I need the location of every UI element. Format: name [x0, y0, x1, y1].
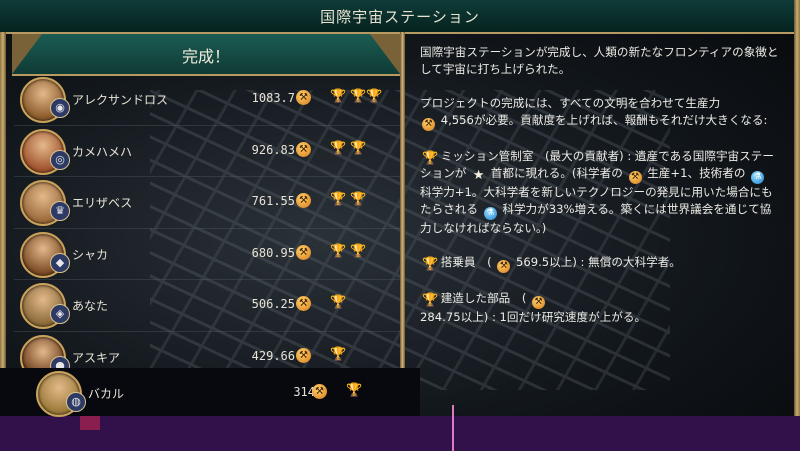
- production-icon: ⚒: [312, 384, 327, 399]
- title-bar: 国際宇宙ステーション: [0, 0, 800, 34]
- crew-reward: 🏆 搭乗員 ( ⚒ 569.5以上) : 無償の大科学者。: [420, 254, 780, 273]
- big-trophy-icon: 🏆: [366, 89, 383, 104]
- science-icon: ⚗: [751, 171, 765, 184]
- contribution-score: 1083.7: [251, 91, 295, 105]
- gold-trophy-icon: 🏆: [330, 243, 347, 259]
- gold-trophy-icon: 🏆: [330, 192, 347, 207]
- bottom-purple-strip: [0, 416, 800, 451]
- contribution-score: 761.55: [251, 194, 295, 208]
- mission-text-c: 生産+1、技術者の: [647, 166, 746, 180]
- production-icon: ⚒: [497, 260, 511, 273]
- civ-emblem-icon: ♛: [50, 201, 70, 221]
- gold-trophy-icon: 🏆: [330, 89, 347, 104]
- contributor-row[interactable]: ◈ あなた 506.25 ⚒ 🏆: [14, 280, 400, 332]
- leader-name: アスキア: [72, 350, 121, 365]
- silver-trophy-icon: 🏆: [350, 89, 367, 104]
- crew-text-b: 569.5以上) : 無償の大科学者。: [515, 255, 681, 269]
- contribution-score: 506.25: [251, 297, 295, 311]
- silver-trophy-icon: 🏆: [422, 257, 439, 272]
- right-frame: [794, 0, 800, 430]
- wonder-popup-panel: 国際宇宙ステーション 完成！ ◉ アレクサンドロス 1083.7 ⚒ 🏆 🏆 🏆 ◎ カメハメハ…: [0, 0, 800, 430]
- requirement-text-b: 4,556が必要。貢献度を上げれば、報酬もそれだけ大きくなる:: [440, 113, 768, 127]
- production-icon: ⚒: [296, 193, 311, 208]
- leader-name: カメハメハ: [72, 144, 133, 159]
- parts-text-b: 284.75以上) : 1回だけ研究速度が上がる。: [420, 310, 647, 324]
- window-title: 国際宇宙ステーション: [320, 8, 480, 26]
- contributor-list: ◉ アレクサンドロス 1083.7 ⚒ 🏆 🏆 🏆 ◎ カメハメハ 926.83 ⚒ 🏆 🏆 ♛ エリザベス…: [14, 74, 400, 383]
- parts-reward: 🏆 建造した部品 ( ⚒ 284.75以上) : 1回だけ研究速度が上がる。: [420, 290, 780, 326]
- lower-contributor-area: ◍ バカル 314 ⚒ 🏆: [30, 368, 420, 419]
- gold-trophy-icon: 🏆: [330, 140, 347, 156]
- contributor-row[interactable]: ◉ アレクサンドロス 1083.7 ⚒ 🏆 🏆 🏆: [14, 74, 400, 126]
- leader-name: あなた: [72, 299, 109, 313]
- contributor-row[interactable]: ◆ シャカ 680.95 ⚒ 🏆 🏆: [14, 229, 400, 280]
- gold-trophy-icon: 🏆: [330, 295, 347, 310]
- contribution-score: 926.83: [251, 142, 295, 157]
- contributor-row[interactable]: ◍ バカル 314 ⚒ 🏆: [30, 368, 420, 419]
- contributor-row[interactable]: ♛ エリザベス 761.55 ⚒ 🏆 🏆: [14, 177, 400, 229]
- silver-trophy-icon: 🏆: [350, 140, 367, 156]
- civ-emblem-icon: ◎: [50, 149, 70, 170]
- completion-header: 完成！: [12, 34, 400, 76]
- production-icon: ⚒: [296, 141, 311, 157]
- project-requirement: プロジェクトの完成には、すべての文明を合わせて生産力 ⚒ 4,556が必要。貢献…: [420, 95, 780, 131]
- civ-emblem-icon: ◍: [66, 392, 86, 412]
- production-icon: ⚒: [296, 296, 311, 311]
- pink-divider-line: [452, 405, 454, 451]
- civ-emblem-icon: ◉: [50, 98, 70, 118]
- production-icon: ⚒: [422, 118, 435, 131]
- completion-title: 完成！: [181, 47, 230, 66]
- science-icon: ⚗: [483, 207, 497, 220]
- intro-text: 国際宇宙ステーションが完成し、人類の新たなフロンティアの象徴として宇宙に打ち上げ…: [420, 45, 779, 76]
- leader-name: シャカ: [72, 247, 109, 262]
- big-trophy-icon: 🏆: [422, 151, 439, 166]
- leader-name: アレクサンドロス: [72, 93, 169, 107]
- production-icon: ⚒: [296, 244, 311, 260]
- silver-trophy-icon: 🏆: [350, 243, 367, 259]
- production-icon: ⚒: [532, 296, 546, 309]
- mission-text-b: 首都に現れる。(科学者の: [490, 166, 623, 180]
- production-icon: ⚒: [628, 171, 642, 184]
- civ-emblem-icon: ◈: [50, 304, 70, 324]
- gold-trophy-icon: 🏆: [422, 293, 439, 308]
- project-description: 国際宇宙ステーションが完成し、人類の新たなフロンティアの象徴として宇宙に打ち上げ…: [420, 44, 780, 343]
- contribution-score: 680.95: [251, 245, 295, 260]
- requirement-text-a: プロジェクトの完成には、すべての文明を合わせて生産力: [420, 96, 721, 110]
- crew-text-a: 搭乗員 (: [440, 255, 492, 269]
- production-icon: ⚒: [296, 347, 311, 363]
- civ-emblem-icon: ◆: [50, 252, 70, 273]
- contributor-row[interactable]: ◎ カメハメハ 926.83 ⚒ 🏆 🏆: [14, 126, 400, 177]
- contribution-score: 429.66: [251, 348, 295, 363]
- leader-name: バカル: [88, 387, 125, 401]
- mission-control-reward: 🏆 ミッション管制室 (最大の貢献者) : 遺産である国際宇宙ステーションが ★…: [420, 148, 780, 237]
- gold-trophy-icon: 🏆: [330, 346, 347, 362]
- capital-star-icon: ★: [472, 168, 485, 183]
- parts-text-a: 建造した部品 (: [440, 291, 527, 305]
- production-icon: ⚒: [296, 90, 311, 105]
- leader-name: エリザベス: [72, 196, 133, 210]
- silver-trophy-icon: 🏆: [350, 192, 367, 207]
- gold-trophy-icon: 🏆: [346, 383, 363, 398]
